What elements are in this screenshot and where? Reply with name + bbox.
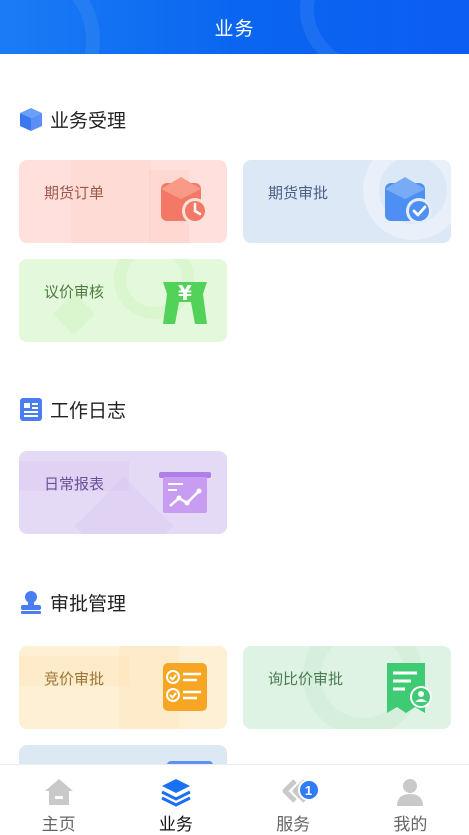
card-partial[interactable]: [19, 745, 227, 764]
tab-label: 业务: [158, 815, 193, 834]
section-title-approval-management: 审批管理: [18, 587, 126, 617]
tab-label: 我的: [393, 815, 428, 834]
card-daily-report[interactable]: 日常报表: [19, 451, 227, 534]
bottom-tab-bar: 主页 业务 1 服务 我的: [0, 764, 469, 834]
svg-text:¥: ¥: [178, 281, 192, 305]
stamp-icon: [18, 589, 44, 615]
page-title: 业务: [214, 18, 255, 40]
section-title-business-acceptance: 业务受理: [18, 104, 126, 134]
card-label: 期货审批: [268, 185, 329, 202]
card-futures-order[interactable]: 期货订单: [19, 160, 227, 243]
card-inquiry-price-approval[interactable]: 询比价审批: [243, 646, 451, 729]
header-decoration: [0, 0, 100, 54]
tab-service[interactable]: 1 服务: [235, 765, 352, 834]
card-futures-approval[interactable]: 期货审批: [243, 160, 451, 243]
section-label: 业务受理: [50, 110, 127, 132]
notification-badge: 1: [297, 779, 320, 801]
main-content: 业务受理 期货订单 期货审批 议价审核 ¥ 工作日志 日常报表 审批管理 竞价审…: [0, 54, 469, 764]
clock-box-icon: [157, 173, 213, 229]
document-icon: [18, 396, 44, 422]
certificate-icon: [381, 659, 437, 715]
tab-business[interactable]: 业务: [117, 765, 234, 834]
header-decoration: [300, 0, 469, 54]
tab-profile[interactable]: 我的: [352, 765, 469, 834]
card-label: 询比价审批: [268, 671, 344, 688]
home-icon: [43, 777, 75, 807]
user-icon: [394, 777, 426, 807]
layers-icon: [160, 777, 192, 807]
card-price-negotiation[interactable]: 议价审核 ¥: [19, 259, 227, 342]
checklist-icon: [157, 659, 213, 715]
tab-home[interactable]: 主页: [0, 765, 117, 834]
card-label: 议价审核: [44, 284, 105, 301]
chart-board-icon: [157, 464, 213, 520]
card-label: 期货订单: [44, 185, 105, 202]
card-bidding-approval[interactable]: 竞价审批: [19, 646, 227, 729]
section-label: 审批管理: [50, 593, 127, 615]
yuan-tag-icon: ¥: [157, 272, 213, 328]
app-header: 业务: [0, 0, 469, 54]
card-label: 竞价审批: [44, 671, 105, 688]
section-title-work-log: 工作日志: [18, 394, 126, 424]
tab-label: 主页: [41, 815, 76, 834]
tab-label: 服务: [276, 815, 311, 834]
section-label: 工作日志: [50, 400, 127, 422]
cube-icon: [18, 106, 44, 132]
check-box-icon: [381, 173, 437, 229]
card-label: 日常报表: [44, 476, 105, 493]
